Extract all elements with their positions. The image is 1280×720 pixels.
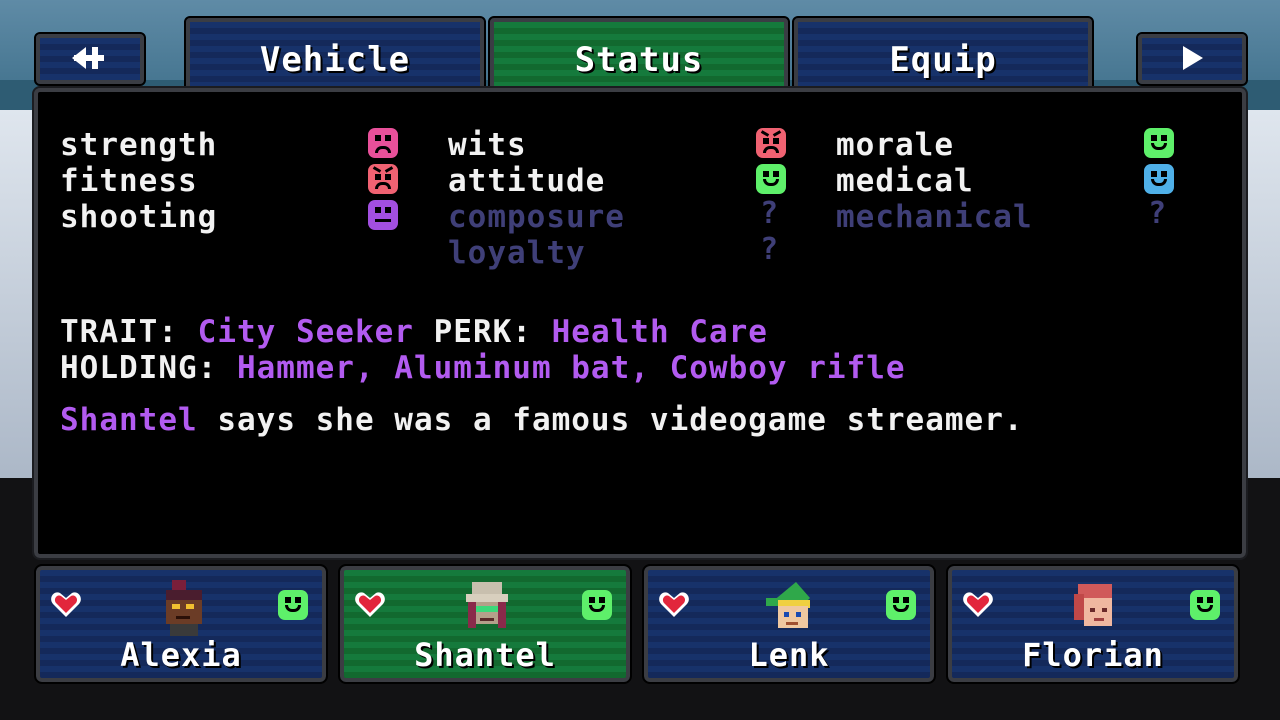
- happy-face-icon: [1144, 164, 1174, 194]
- happy-face-icon: [278, 590, 308, 620]
- stat-mechanical-label: mechanical: [836, 199, 1033, 235]
- party-name: Alexia: [120, 636, 242, 674]
- unknown-value: ?: [1148, 196, 1167, 231]
- heart-icon: [355, 592, 385, 617]
- stat-composure-label: composure: [448, 199, 625, 235]
- party-card-lenk[interactable]: Lenk: [642, 564, 936, 684]
- party-name: Lenk: [748, 636, 830, 674]
- next-button[interactable]: [1136, 32, 1248, 86]
- party-name: Florian: [1022, 636, 1164, 674]
- unknown-value: ?: [760, 232, 779, 267]
- happy-face-icon: [1144, 128, 1174, 158]
- happy-face-icon: [1190, 590, 1220, 620]
- holding-label: HOLDING:: [60, 350, 218, 386]
- heart-icon: [51, 592, 81, 617]
- avatar-alexia: [166, 580, 202, 636]
- neutral-face-icon: [368, 200, 398, 230]
- tab-status[interactable]: Status: [488, 16, 790, 92]
- play-arrow-icon: [1183, 46, 1203, 70]
- back-arrow-icon: [72, 47, 104, 69]
- avatar-shantel: [466, 582, 508, 628]
- heart-icon: [963, 592, 993, 617]
- happy-face-icon: [756, 164, 786, 194]
- trait-label: TRAIT:: [60, 314, 178, 350]
- stat-shooting-label: shooting: [60, 199, 218, 235]
- bio-line: Shantel says she was a famous videogame …: [60, 402, 1024, 438]
- avatar-lenk: [766, 582, 810, 628]
- avatar-florian: [1074, 584, 1112, 626]
- sad-face-icon: [368, 128, 398, 158]
- back-button[interactable]: [34, 32, 146, 86]
- trait-value: City Seeker: [197, 314, 414, 350]
- trait-perk-line: TRAIT: City Seeker PERK: Health Care: [60, 314, 768, 350]
- stat-attitude-label: attitude: [448, 163, 606, 199]
- tab-vehicle[interactable]: Vehicle: [184, 16, 486, 92]
- happy-face-icon: [582, 590, 612, 620]
- party-card-shantel[interactable]: Shantel: [338, 564, 632, 684]
- bio-name: Shantel: [60, 402, 198, 438]
- holding-line: HOLDING: Hammer, Aluminum bat, Cowboy ri…: [60, 350, 906, 386]
- party-card-florian[interactable]: Florian: [946, 564, 1240, 684]
- stat-loyalty-label: loyalty: [448, 235, 586, 271]
- party-card-alexia[interactable]: Alexia: [34, 564, 328, 684]
- unknown-value: ?: [760, 196, 779, 231]
- stat-strength-label: strength: [60, 127, 218, 163]
- stat-morale-label: morale: [836, 127, 954, 163]
- snow-background-right: [1240, 110, 1280, 490]
- tab-equip[interactable]: Equip: [792, 16, 1094, 92]
- stat-fitness-label: fitness: [60, 163, 198, 199]
- party-name: Shantel: [414, 636, 556, 674]
- perk-label: PERK:: [433, 314, 532, 350]
- angry-face-icon: [756, 128, 786, 158]
- angry-face-icon: [368, 164, 398, 194]
- stat-wits-label: wits: [448, 127, 527, 163]
- happy-face-icon: [886, 590, 916, 620]
- status-panel: strength fitness shooting wits attitude …: [32, 86, 1248, 560]
- perk-value: Health Care: [551, 314, 768, 350]
- bio-text: says she was a famous videogame streamer…: [217, 402, 1024, 438]
- stat-medical-label: medical: [836, 163, 974, 199]
- heart-icon: [659, 592, 689, 617]
- holding-value: Hammer, Aluminum bat, Cowboy rifle: [236, 350, 906, 386]
